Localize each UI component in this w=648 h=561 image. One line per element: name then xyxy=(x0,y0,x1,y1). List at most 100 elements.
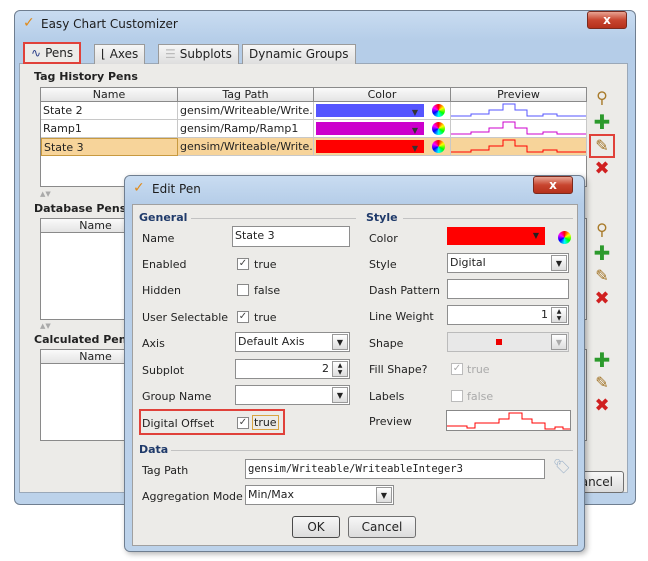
labels-value: false xyxy=(467,390,494,403)
color-wheel-icon[interactable] xyxy=(432,122,445,135)
tag-path-input[interactable]: gensim/Writeable/WriteableInteger3 xyxy=(245,459,545,479)
dash-pattern-label: Dash Pattern xyxy=(369,284,440,297)
pen-name-cell[interactable]: State 3 xyxy=(41,138,178,156)
search-icon[interactable]: ⚲ xyxy=(592,220,612,240)
labels-checkbox[interactable] xyxy=(451,390,463,402)
color-wheel-icon[interactable] xyxy=(432,140,445,153)
tag-history-table: Name Tag Path Color Preview State 2 gens… xyxy=(40,87,587,187)
close-button[interactable]: x xyxy=(587,11,627,29)
style-label: Style xyxy=(369,258,397,271)
fill-shape-label: Fill Shape? xyxy=(369,363,428,376)
tab-dynamic-groups[interactable]: Dynamic Groups xyxy=(242,44,356,64)
axes-icon: ⌊ xyxy=(101,47,106,61)
subplots-icon: ☰ xyxy=(165,47,176,61)
pen-color-cell[interactable]: ▼ xyxy=(314,138,451,156)
column-header-tag-path[interactable]: Tag Path xyxy=(178,88,314,102)
tab-pens[interactable]: ∿ Pens xyxy=(23,42,82,64)
aggregation-mode-select[interactable]: Min/Max ▼ xyxy=(245,485,394,505)
pen-preview xyxy=(451,139,586,153)
tab-subplots[interactable]: ☰ Subplots xyxy=(158,44,239,64)
color-swatch[interactable]: ▼ xyxy=(316,122,424,135)
column-header-preview[interactable]: Preview xyxy=(451,88,587,102)
digital-offset-label: Digital Offset xyxy=(142,417,215,430)
spinner-icon[interactable]: ▲ ▼ xyxy=(551,307,567,323)
delete-icon[interactable]: ✖ xyxy=(592,159,612,179)
line-weight-label: Line Weight xyxy=(369,310,434,323)
fill-shape-value: true xyxy=(467,363,490,376)
column-header-name[interactable]: Name xyxy=(41,88,178,102)
digital-offset-checkbox[interactable]: ✓ xyxy=(237,417,249,429)
shape-select[interactable]: ▼ xyxy=(447,332,569,352)
pen-tag-path-cell[interactable]: gensim/Writeable/Write... xyxy=(178,138,314,156)
sort-arrows[interactable]: ▲▼ xyxy=(40,190,51,198)
name-label: Name xyxy=(142,232,175,245)
group-name-label: Group Name xyxy=(142,390,212,403)
style-select[interactable]: Digital ▼ xyxy=(447,253,569,273)
general-header: General xyxy=(139,211,188,224)
line-chart-icon: ∿ xyxy=(31,45,42,60)
labels-label: Labels xyxy=(369,390,405,403)
axis-select[interactable]: Default Axis ▼ xyxy=(235,332,350,352)
color-swatch[interactable]: ▼ xyxy=(316,104,424,117)
dash-pattern-input[interactable] xyxy=(447,279,569,299)
app-icon: ✓ xyxy=(133,180,145,196)
digital-offset-value: true xyxy=(252,415,279,430)
edit-icon[interactable]: ✎ xyxy=(589,134,615,158)
search-icon[interactable]: ⚲ xyxy=(592,88,612,108)
chevron-down-icon: ▼ xyxy=(332,387,348,403)
chevron-down-icon: ▼ xyxy=(332,334,348,350)
pen-color-cell[interactable]: ▼ xyxy=(314,120,451,138)
chevron-down-icon: ▼ xyxy=(376,487,392,503)
color-swatch[interactable]: ▼ xyxy=(316,140,424,153)
hidden-value: false xyxy=(254,284,281,297)
tab-axes[interactable]: ⌊ Axes xyxy=(94,44,146,64)
edit-icon[interactable]: ✎ xyxy=(592,373,612,393)
pen-tag-path-cell[interactable]: gensim/Writeable/Write... xyxy=(178,102,314,120)
subplot-stepper[interactable]: 2 ▲ ▼ xyxy=(235,359,350,379)
edit-pen-dialog: ✓ Edit Pen x General Name State 3 Enable… xyxy=(124,175,585,552)
delete-icon[interactable]: ✖ xyxy=(592,396,612,416)
hidden-checkbox[interactable] xyxy=(237,284,249,296)
user-selectable-checkbox[interactable]: ✓ xyxy=(237,311,249,323)
dialog-title: Edit Pen xyxy=(152,182,201,196)
line-weight-stepper[interactable]: 1 ▲ ▼ xyxy=(447,305,569,325)
database-pens-label: Database Pens xyxy=(34,202,127,215)
pen-color-cell[interactable]: ▼ xyxy=(314,102,451,120)
group-name-select[interactable]: ▼ xyxy=(235,385,350,405)
delete-icon[interactable]: ✖ xyxy=(592,289,612,309)
cancel-button[interactable]: Cancel xyxy=(348,516,416,538)
add-icon[interactable]: ✚ xyxy=(592,243,612,263)
color-wheel-icon[interactable] xyxy=(558,231,571,244)
chevron-down-icon: ▼ xyxy=(411,144,418,153)
user-selectable-label: User Selectable xyxy=(142,311,229,324)
pen-tag-path-cell[interactable]: gensim/Ramp/Ramp1 xyxy=(178,120,314,138)
close-button[interactable]: x xyxy=(533,176,573,194)
pen-preview-cell xyxy=(451,120,587,138)
pen-name-cell[interactable]: State 2 xyxy=(41,102,178,120)
subplot-label: Subplot xyxy=(142,364,185,377)
column-header-color[interactable]: Color xyxy=(314,88,451,102)
name-input[interactable]: State 3 xyxy=(232,226,350,247)
enabled-checkbox[interactable]: ✓ xyxy=(237,258,249,270)
ok-button[interactable]: OK xyxy=(292,516,340,538)
sort-arrows[interactable]: ▲▼ xyxy=(40,322,51,330)
edit-icon[interactable]: ✎ xyxy=(592,266,612,286)
spinner-icon[interactable]: ▲ ▼ xyxy=(332,361,348,377)
pen-name-cell[interactable]: Ramp1 xyxy=(41,120,178,138)
pen-preview xyxy=(451,103,586,117)
tag-browse-icon[interactable]: 🏷 xyxy=(553,459,571,475)
aggregation-mode-label: Aggregation Mode xyxy=(142,490,243,503)
color-wheel-icon[interactable] xyxy=(432,104,445,117)
add-icon[interactable]: ✚ xyxy=(592,112,612,132)
calculated-pens-label: Calculated Pens xyxy=(34,333,134,346)
hidden-label: Hidden xyxy=(142,284,182,297)
window-title: Easy Chart Customizer xyxy=(41,17,178,31)
add-icon[interactable]: ✚ xyxy=(592,350,612,370)
square-shape-icon xyxy=(496,339,502,345)
color-select[interactable]: ▼ xyxy=(447,227,545,245)
axis-label: Axis xyxy=(142,337,165,350)
fill-shape-checkbox[interactable]: ✓ xyxy=(451,363,463,375)
data-header: Data xyxy=(139,443,169,456)
app-icon: ✓ xyxy=(23,15,35,31)
pen-preview xyxy=(446,410,571,431)
